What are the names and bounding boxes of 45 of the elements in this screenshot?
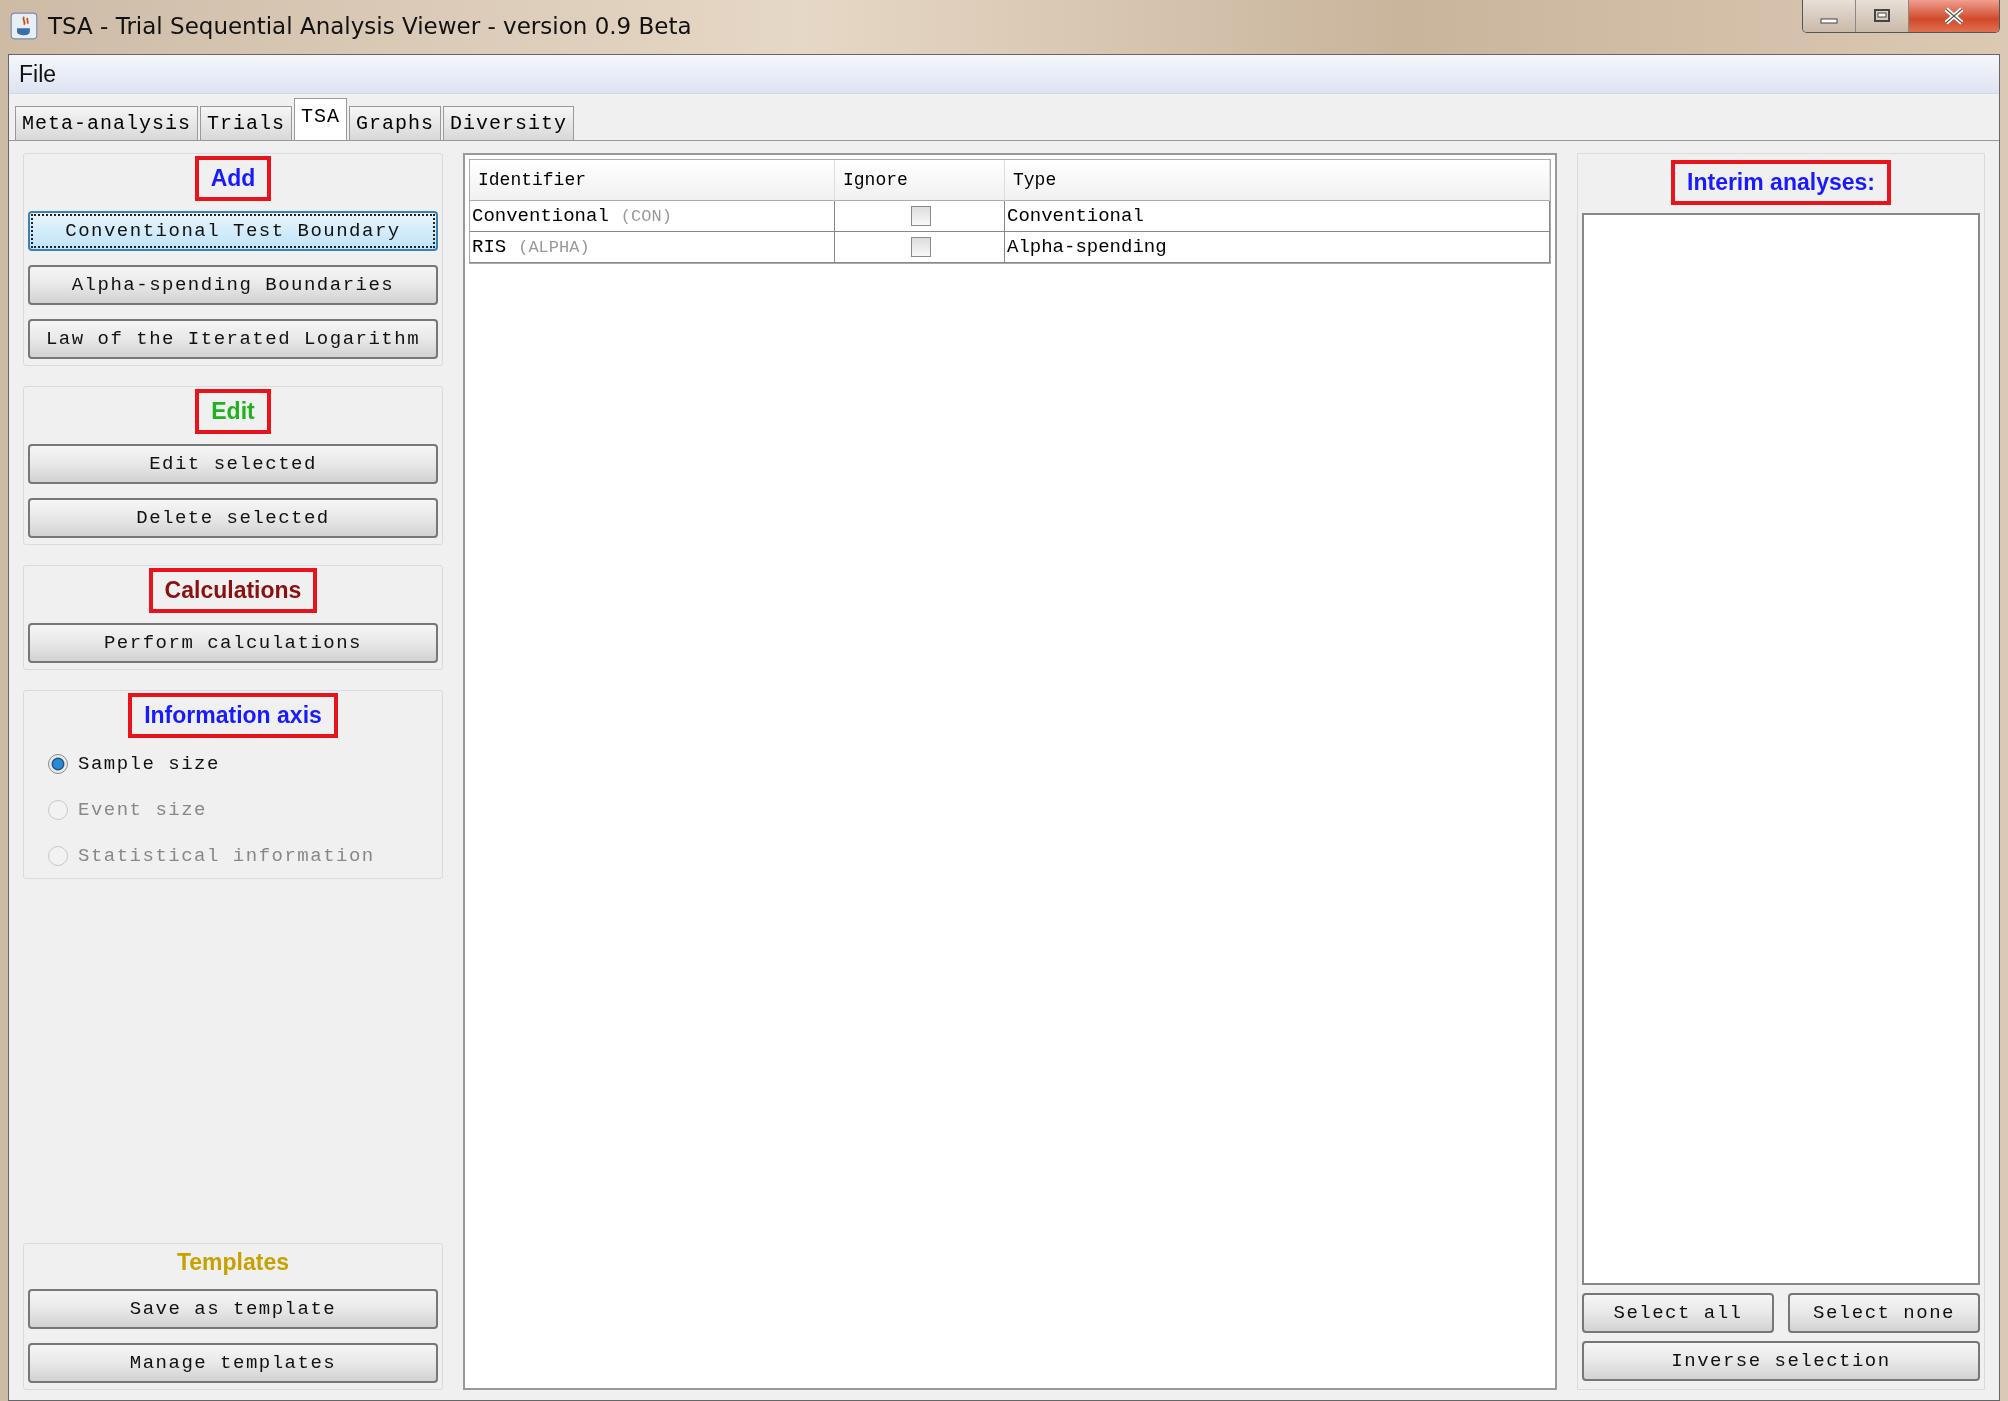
identifier-text: Conventional [472,205,609,227]
column-header[interactable]: Ignore [835,160,1005,201]
radio-label: Sample size [78,753,220,775]
column-header[interactable]: Type [1005,160,1550,201]
action-button[interactable]: Select all [1582,1293,1774,1333]
action-button[interactable]: Delete selected [28,498,438,538]
tab[interactable]: TSA [294,98,348,140]
menu-item[interactable]: File [15,60,61,88]
group-heading: Templates [176,1248,290,1277]
code-text: (ALPHA) [518,237,590,257]
action-button[interactable]: Inverse selection [1582,1341,1980,1381]
code-text: (CON) [620,206,672,226]
table-cell: Alpha-spending [1005,232,1550,263]
radio-button[interactable] [48,754,68,774]
radio-label: Event size [78,799,208,821]
action-button[interactable]: Manage templates [28,1343,438,1383]
maximize-icon [1872,9,1892,23]
action-button[interactable]: Law of the Iterated Logarithm [28,319,438,359]
action-button[interactable]: Conventional Test Boundary [28,211,438,251]
group-heading: Calculations [164,576,302,605]
checkbox[interactable] [910,206,931,226]
table-cell: Conventional [1005,201,1550,232]
action-button[interactable]: Edit selected [28,444,438,484]
tab[interactable]: Diversity [443,106,575,140]
action-button[interactable]: Perform calculations [28,623,438,663]
radio-label: Statistical information [78,845,375,867]
window-title: TSA - Trial Sequential Analysis Viewer - version 0.9 Beta [48,13,692,39]
action-button[interactable]: Select none [1788,1293,1980,1333]
group-heading: Information axis [144,701,322,730]
column-header[interactable]: Identifier [470,160,835,201]
tab[interactable]: Meta-analysis [15,106,199,140]
group-heading: Interim analyses: [1687,168,1875,197]
action-button[interactable]: Save as template [28,1289,438,1329]
tab[interactable]: Trials [200,106,293,140]
action-button[interactable]: Alpha-spending Boundaries [28,265,438,305]
checkbox[interactable] [910,237,931,257]
close-button[interactable] [1909,0,1999,32]
minimize-icon [1820,18,1838,24]
group-heading: Edit [211,397,255,426]
close-icon [1942,7,1966,25]
tab[interactable]: Graphs [349,106,442,140]
app-icon [10,12,38,40]
group-heading: Add [210,164,256,193]
maximize-button[interactable] [1856,0,1909,32]
identifier-text: RIS [472,236,507,258]
